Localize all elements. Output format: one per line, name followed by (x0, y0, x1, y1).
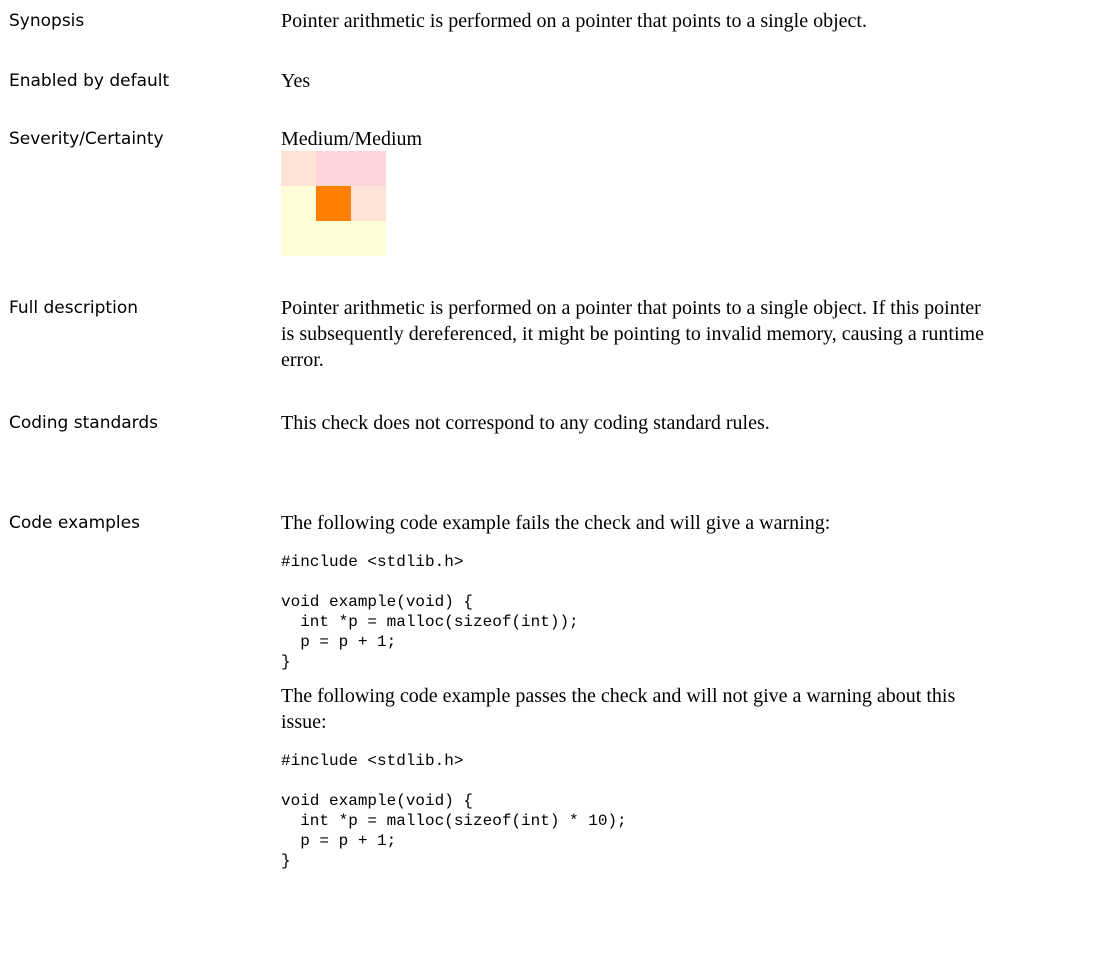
matrix-cell (351, 186, 386, 221)
full-description-line: error. (281, 349, 324, 371)
severity-text: Medium/Medium (281, 128, 423, 150)
code-examples-label: Code examples (9, 513, 140, 533)
matrix-cell (281, 151, 316, 186)
pass-code-block: #include <stdlib.h> void example(void) {… (281, 752, 627, 870)
pass-example-intro: The following code example passes the ch… (281, 683, 1107, 735)
matrix-cell (316, 221, 351, 256)
severity-certainty-matrix (281, 151, 386, 256)
matrix-cell (351, 151, 386, 186)
enabled-label: Enabled by default (9, 71, 170, 91)
full-description-line: is subsequently dereferenced, it might b… (281, 323, 984, 345)
matrix-cell-active (316, 186, 351, 221)
fail-example-intro: The following code example fails the che… (281, 512, 831, 534)
fail-code-block: #include <stdlib.h> void example(void) {… (281, 553, 579, 671)
matrix-cell (281, 221, 316, 256)
pass-intro-line: issue: (281, 711, 327, 733)
full-description-text: Pointer arithmetic is performed on a poi… (281, 295, 1107, 373)
pass-intro-line: The following code example passes the ch… (281, 685, 956, 707)
matrix-cell (351, 221, 386, 256)
severity-label: Severity/Certainty (9, 129, 164, 149)
full-description-line: Pointer arithmetic is performed on a poi… (281, 297, 981, 319)
synopsis-text: Pointer arithmetic is performed on a poi… (281, 10, 867, 32)
matrix-cell (316, 151, 351, 186)
enabled-text: Yes (281, 70, 311, 92)
matrix-cell (281, 186, 316, 221)
coding-standards-text: This check does not correspond to any co… (281, 412, 770, 434)
coding-standards-label: Coding standards (9, 413, 159, 433)
synopsis-label: Synopsis (9, 11, 85, 31)
full-description-label: Full description (9, 298, 138, 318)
